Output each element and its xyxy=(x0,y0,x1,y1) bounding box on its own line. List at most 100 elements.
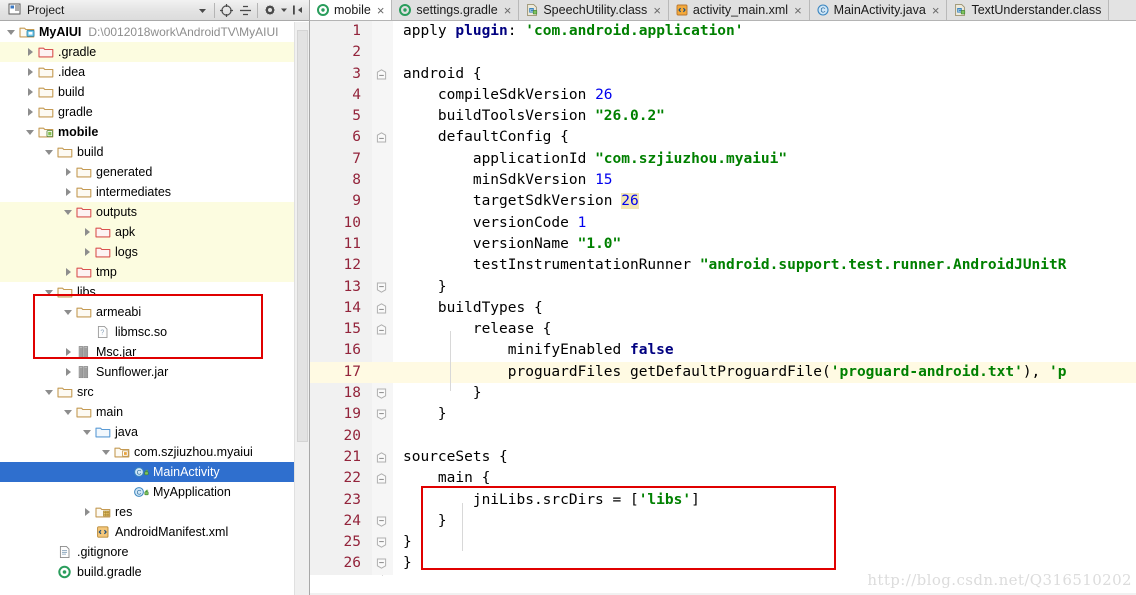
chevron-right-icon[interactable] xyxy=(80,502,94,522)
tree-item-apk[interactable]: apk xyxy=(0,222,295,242)
tree-item-myaiui[interactable]: MyAIUI D:\0012018work\AndroidTV\MyAIUI xyxy=(0,22,295,42)
chevron-down-icon[interactable] xyxy=(4,22,18,42)
tree-item-mainactivity[interactable]: C MainActivity xyxy=(0,462,295,482)
tree-item-mobile[interactable]: mobile xyxy=(0,122,295,142)
chevron-right-icon[interactable] xyxy=(61,362,75,382)
tree-item-sunflower-jar[interactable]: Sunflower.jar xyxy=(0,362,295,382)
project-tree[interactable]: MyAIUI D:\0012018work\AndroidTV\MyAIUI .gr… xyxy=(0,22,295,595)
project-panel-scrollbar-thumb[interactable] xyxy=(297,30,308,442)
chevron-down-icon[interactable] xyxy=(61,202,75,222)
chevron-down-icon[interactable] xyxy=(61,402,75,422)
tree-item-libs[interactable]: libs xyxy=(0,282,295,302)
code-line[interactable]: 22 main { xyxy=(310,468,1136,490)
code-line[interactable]: 1 apply plugin: 'com.android.application' xyxy=(310,21,1136,43)
tree-item-myapplication[interactable]: C MyApplication xyxy=(0,482,295,502)
chevron-down-icon[interactable] xyxy=(42,282,56,302)
code-line[interactable]: 24 } xyxy=(310,510,1136,533)
code-line[interactable]: 15 release { xyxy=(310,319,1136,341)
tree-item-res[interactable]: res xyxy=(0,502,295,522)
tree-item-com-szjiuzhou-myaiui[interactable]: com.szjiuzhou.myaiui xyxy=(0,442,295,462)
code-line[interactable]: 25} xyxy=(310,532,1136,554)
code-line[interactable]: 9 targetSdkVersion 26 xyxy=(310,191,1136,213)
tree-item--idea[interactable]: .idea xyxy=(0,62,295,82)
code-line[interactable]: 3 android { xyxy=(310,63,1136,85)
code-line[interactable]: 19 } xyxy=(310,404,1136,426)
code-line[interactable]: 11 versionName "1.0" xyxy=(310,233,1136,256)
tab-close-icon[interactable]: × xyxy=(653,3,661,18)
hide-panel-icon[interactable] xyxy=(288,1,307,20)
tab-settings-gradle[interactable]: settings.gradle × xyxy=(392,0,520,20)
chevron-down-icon[interactable] xyxy=(42,382,56,402)
chevron-down-icon[interactable] xyxy=(61,302,75,322)
project-panel-scrollbar-track[interactable] xyxy=(294,22,309,595)
code-line[interactable]: 16 minifyEnabled false xyxy=(310,340,1136,362)
tab-close-icon[interactable]: × xyxy=(377,3,385,18)
code-line[interactable]: 12 testInstrumentationRunner "android.su… xyxy=(310,255,1136,277)
tab-close-icon[interactable]: × xyxy=(794,3,802,18)
fold-marker-open[interactable] xyxy=(372,63,393,85)
chevron-right-icon[interactable] xyxy=(23,82,37,102)
code-editor[interactable]: 1 apply plugin: 'com.android.application'… xyxy=(310,21,1136,595)
code-line[interactable]: 5 buildToolsVersion "26.0.2" xyxy=(310,106,1136,128)
fold-marker-close[interactable] xyxy=(372,404,393,426)
code-line[interactable]: 10 versionCode 1 xyxy=(310,212,1136,234)
chevron-down-icon[interactable] xyxy=(42,142,56,162)
tree-item-logs[interactable]: logs xyxy=(0,242,295,262)
fold-marker-close[interactable] xyxy=(372,383,393,405)
code-line[interactable]: 20 xyxy=(310,425,1136,447)
fold-marker-close[interactable] xyxy=(372,532,393,554)
tab-speechutility-class[interactable]: C SpeechUtility.class × xyxy=(519,0,669,20)
tree-item--gradle[interactable]: .gradle xyxy=(0,42,295,62)
tree-item-generated[interactable]: generated xyxy=(0,162,295,182)
chevron-down-icon[interactable] xyxy=(80,422,94,442)
tab-textunderstander-class[interactable]: C TextUnderstander.class xyxy=(947,0,1110,20)
locate-target-icon[interactable] xyxy=(217,1,236,20)
tree-item-gradle[interactable]: gradle xyxy=(0,102,295,122)
chevron-right-icon[interactable] xyxy=(61,262,75,282)
tree-item-main[interactable]: main xyxy=(0,402,295,422)
tree-item-build[interactable]: build xyxy=(0,82,295,102)
settings-gear-icon[interactable] xyxy=(260,1,279,20)
code-line[interactable]: 8 minSdkVersion 15 xyxy=(310,170,1136,192)
chevron-right-icon[interactable] xyxy=(80,242,94,262)
chevron-right-icon[interactable] xyxy=(80,222,94,242)
code-line[interactable]: 18 } xyxy=(310,383,1136,405)
settings-dropdown-icon[interactable] xyxy=(279,1,288,20)
fold-marker-close[interactable] xyxy=(372,553,393,575)
code-line[interactable]: 7 applicationId "com.szjiuzhou.myaiui" xyxy=(310,148,1136,171)
tab-mainactivity-java[interactable]: C MainActivity.java × xyxy=(809,0,948,20)
fold-marker-open[interactable] xyxy=(372,319,393,341)
project-panel-title-group[interactable]: Project xyxy=(2,2,64,19)
tree-item--gitignore[interactable]: .gitignore xyxy=(0,542,295,562)
tree-item-intermediates[interactable]: intermediates xyxy=(0,182,295,202)
tab-mobile[interactable]: mobile × xyxy=(310,0,393,20)
tree-item-build[interactable]: build xyxy=(0,142,295,162)
collapse-all-icon[interactable] xyxy=(236,1,255,20)
tree-item-armeabi[interactable]: armeabi xyxy=(0,302,295,322)
chevron-down-icon[interactable] xyxy=(99,442,113,462)
code-line[interactable]: 23 jniLibs.srcDirs = ['libs'] xyxy=(310,489,1136,511)
editor-tabbar[interactable]: mobile × settings.gradle × C SpeechUtility… xyxy=(310,0,1136,21)
chevron-right-icon[interactable] xyxy=(23,102,37,122)
chevron-right-icon[interactable] xyxy=(23,62,37,82)
tab-close-icon[interactable]: × xyxy=(932,3,940,18)
fold-marker-close[interactable] xyxy=(372,510,393,533)
tree-item-androidmanifest-xml[interactable]: AndroidManifest.xml xyxy=(0,522,295,542)
code-line[interactable]: 13 } xyxy=(310,276,1136,298)
fold-marker-open[interactable] xyxy=(372,446,393,469)
tree-item-outputs[interactable]: outputs xyxy=(0,202,295,222)
chevron-right-icon[interactable] xyxy=(61,162,75,182)
chevron-right-icon[interactable] xyxy=(61,182,75,202)
code-line[interactable]: 4 compileSdkVersion 26 xyxy=(310,84,1136,107)
fold-marker-close[interactable] xyxy=(372,276,393,298)
tree-item-libmsc-so[interactable]: ? libmsc.so xyxy=(0,322,295,342)
tab-close-icon[interactable]: × xyxy=(504,3,512,18)
tree-item-tmp[interactable]: tmp xyxy=(0,262,295,282)
tab-activity-main-xml[interactable]: activity_main.xml × xyxy=(668,0,810,20)
chevron-down-icon[interactable] xyxy=(23,122,37,142)
fold-marker-open[interactable] xyxy=(372,468,393,490)
panel-dropdown-icon[interactable] xyxy=(193,1,212,20)
code-line[interactable]: 2 xyxy=(310,42,1136,64)
fold-marker-open[interactable] xyxy=(372,127,393,149)
code-line[interactable]: 14 buildTypes { xyxy=(310,297,1136,320)
